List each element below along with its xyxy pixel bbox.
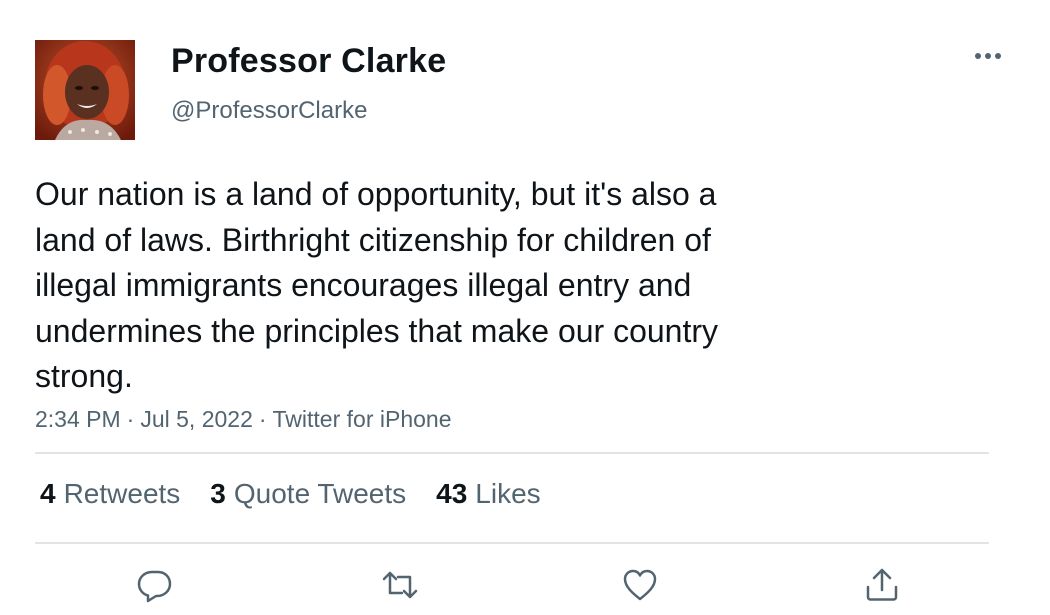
quote-tweets-label: Quote Tweets (233, 478, 407, 509)
profile-photo (35, 40, 135, 140)
retweet-icon (382, 571, 418, 599)
separator: · (258, 406, 267, 432)
tweet-text: Our nation is a land of opportunity, but… (35, 172, 835, 400)
tweet-text-line: land of laws. Birthright citizenship for… (35, 221, 711, 258)
reply-button[interactable] (135, 565, 175, 605)
user-handle[interactable]: @ProfessorClarke (171, 97, 367, 125)
retweet-button[interactable] (380, 565, 420, 605)
more-button[interactable] (970, 41, 1006, 71)
tweet-time[interactable]: 2:34 PM (35, 406, 121, 432)
tweet-date[interactable]: Jul 5, 2022 (140, 406, 253, 432)
tweet-source[interactable]: Twitter for iPhone (273, 406, 452, 432)
more-icon (975, 53, 1001, 59)
tweet-text-line: undermines the principles that make our … (35, 312, 719, 349)
share-button[interactable] (862, 565, 902, 605)
display-name[interactable]: Professor Clarke (171, 42, 446, 81)
heart-icon (623, 569, 657, 601)
like-button[interactable] (620, 565, 660, 605)
likes-count: 43 (436, 478, 468, 509)
tweet-metadata: 2:34 PM · Jul 5, 2022 · Twitter for iPhone (35, 406, 452, 433)
tweet-text-line: strong. (35, 358, 133, 394)
retweets-count: 4 (40, 478, 56, 509)
likes-stat[interactable]: 43 Likes (436, 478, 541, 510)
share-icon (866, 568, 898, 601)
retweets-stat[interactable]: 4 Retweets (40, 478, 180, 510)
retweets-label: Retweets (63, 478, 181, 509)
reply-icon (137, 570, 172, 603)
divider (35, 452, 989, 454)
divider (35, 542, 989, 544)
tweet-text-line: illegal immigrants encourages illegal en… (35, 267, 692, 303)
quote-tweets-count: 3 (210, 478, 226, 509)
avatar[interactable] (35, 40, 135, 140)
likes-label: Likes (475, 478, 541, 509)
quote-tweets-stat[interactable]: 3 Quote Tweets (210, 478, 406, 510)
separator: · (126, 406, 135, 432)
tweet-text-line: Our nation is a land of opportunity, but… (35, 176, 717, 212)
tweet-stats: 4 Retweets 3 Quote Tweets 43 Likes (40, 478, 571, 510)
